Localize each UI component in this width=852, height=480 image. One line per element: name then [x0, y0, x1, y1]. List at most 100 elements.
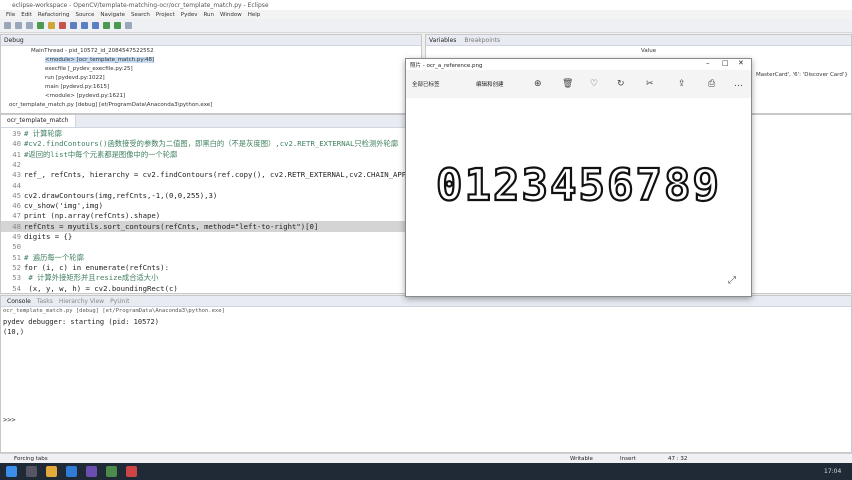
- share-icon[interactable]: ⇪: [678, 79, 686, 89]
- code-line[interactable]: 54 (x, y, w, h) = cv2.boundingRect(c): [1, 283, 421, 294]
- expand-icon[interactable]: ⤢: [728, 275, 736, 286]
- console-output-line: (10,): [3, 328, 25, 336]
- tab-tasks[interactable]: Tasks: [37, 298, 53, 305]
- code-text: refCnts = myutils.sort_contours(refCnts,…: [24, 221, 319, 231]
- code-text: for (i, c) in enumerate(refCnts):: [24, 262, 169, 272]
- stack-frame[interactable]: main [pydevd.py:1615]: [45, 84, 109, 90]
- console-prompt[interactable]: >>>: [3, 416, 16, 424]
- code-text: #返回的list中每个元素都是图像中的一个轮廓: [24, 149, 178, 159]
- console-process: ocr_template_match.py [debug] [et/Progra…: [3, 308, 225, 314]
- code-text: #cv2.findContours()函数接受的参数为二值图，即黑白的（不是灰度…: [24, 139, 399, 149]
- viewer-toolbar: 全部已标签 编辑和创建 ⊕ 🗑 ♡ ↻ ✂ ⇪ ⎙ …: [406, 70, 751, 98]
- more-icon[interactable]: …: [734, 79, 743, 89]
- delete-icon[interactable]: 🗑: [562, 79, 573, 89]
- rotate-icon[interactable]: ↻: [617, 79, 625, 89]
- print-icon[interactable]: ⎙: [708, 79, 715, 89]
- menu-navigate[interactable]: Navigate: [100, 12, 125, 18]
- step-over-icon[interactable]: [81, 22, 88, 29]
- menu-project[interactable]: Project: [156, 12, 175, 18]
- terminate-icon[interactable]: [59, 22, 66, 29]
- step-into-icon[interactable]: [70, 22, 77, 29]
- start-icon[interactable]: [6, 466, 17, 477]
- tab-console[interactable]: Console: [7, 298, 31, 305]
- search-icon[interactable]: [26, 466, 37, 477]
- window-title-bar: eclipse-workspace - OpenCV/template-matc…: [0, 0, 852, 10]
- stack-frame-selected[interactable]: <module> [ocr_template_match.py:48]: [45, 57, 155, 63]
- status-position: 47 : 32: [668, 456, 688, 462]
- code-text: (x, y, w, h) = cv2.boundingRect(c): [24, 283, 178, 293]
- line-number: 54: [12, 283, 21, 293]
- code-editor[interactable]: ocr_template_match 39 # 计算轮廓 40 #cv2.findCo…: [0, 114, 422, 294]
- collection-button[interactable]: 全部已标签: [412, 80, 440, 88]
- app-icon[interactable]: [106, 466, 117, 477]
- debug-tab[interactable]: Debug: [1, 35, 421, 46]
- maximize-icon[interactable]: □: [722, 59, 729, 67]
- menu-help[interactable]: Help: [248, 12, 261, 18]
- debug-tab-label: Debug: [4, 36, 24, 44]
- clock: 17:04: [824, 468, 842, 475]
- console-output-line: pydev debugger: starting (pid: 10572): [3, 318, 159, 326]
- menu-edit[interactable]: Edit: [21, 12, 32, 18]
- code-text: # 遍历每一个轮廓: [24, 252, 84, 262]
- status-left: Forcing tabs: [14, 456, 48, 462]
- minimize-icon[interactable]: –: [706, 59, 710, 67]
- menu-pydev[interactable]: Pydev: [181, 12, 198, 18]
- eclipse-icon[interactable]: [86, 466, 97, 477]
- edit-create-button[interactable]: 编辑和创建: [476, 80, 504, 88]
- stack-frame[interactable]: execfile [_pydev_execfile.py:25]: [45, 66, 133, 72]
- code-text: digits = {}: [24, 232, 73, 241]
- code-text: # 计算外接矩形并且resize成合适大小: [24, 273, 159, 283]
- code-text: # 计算轮廓: [24, 129, 62, 138]
- save-icon[interactable]: [15, 22, 22, 29]
- folder-icon[interactable]: [46, 466, 57, 477]
- console-tabs: Console Tasks Hierarchy View PyUnit: [1, 296, 851, 307]
- stack-frame[interactable]: run [pydevd.py:1022]: [45, 75, 105, 81]
- tab-variables[interactable]: Variables: [429, 37, 456, 44]
- status-writable: Writable: [570, 456, 593, 462]
- search-icon[interactable]: [125, 22, 132, 29]
- stack-frame[interactable]: <module> [pydevd.py:1621]: [45, 93, 125, 99]
- close-icon[interactable]: ✕: [738, 59, 744, 67]
- resume-icon[interactable]: [37, 22, 44, 29]
- crop-icon[interactable]: ✂: [646, 79, 654, 89]
- suspend-icon[interactable]: [48, 22, 55, 29]
- zoom-icon[interactable]: ⊕: [534, 79, 542, 89]
- menu-refactoring[interactable]: Refactoring: [38, 12, 70, 18]
- tab-pyunit[interactable]: PyUnit: [110, 298, 129, 305]
- editor-tab[interactable]: ocr_template_match: [1, 115, 76, 127]
- outline-view: [740, 114, 852, 294]
- new-icon[interactable]: [4, 22, 11, 29]
- favorite-icon[interactable]: ♡: [590, 79, 598, 89]
- console-view: Console Tasks Hierarchy View PyUnit ocr_…: [0, 295, 852, 453]
- taskbar: 17:04: [0, 463, 852, 480]
- viewer-title-bar: 照片 - ocr_a_reference.png – □ ✕: [406, 59, 751, 70]
- menu-run[interactable]: Run: [203, 12, 214, 18]
- editor-tab-bar: ocr_template_match: [1, 115, 421, 128]
- step-return-icon[interactable]: [92, 22, 99, 29]
- code-text: print (np.array(refCnts).shape): [24, 211, 161, 221]
- code-text: ref_, refCnts, hierarchy = cv2.findConto…: [24, 170, 422, 180]
- menu-source[interactable]: Source: [75, 12, 94, 18]
- code-text: cv_show('img',img): [24, 201, 104, 211]
- photo-viewer-window: 照片 - ocr_a_reference.png – □ ✕ 全部已标签 编辑和…: [405, 58, 752, 297]
- debug-process-item[interactable]: ocr_template_match.py [debug] [et/Progra…: [9, 102, 212, 108]
- main-toolbar: [0, 19, 852, 33]
- status-insert: Insert: [620, 456, 636, 462]
- print-icon[interactable]: [26, 22, 33, 29]
- thread-item[interactable]: MainThread - pid_10572_id_2084547522552: [31, 48, 154, 54]
- app-icon[interactable]: [126, 466, 137, 477]
- reference-digits-image: 0123456789: [435, 160, 721, 211]
- tab-hierarchy-view[interactable]: Hierarchy View: [59, 298, 104, 305]
- debug-run-icon[interactable]: [103, 22, 110, 29]
- browser-icon[interactable]: [66, 466, 77, 477]
- window-title: eclipse-workspace - OpenCV/template-matc…: [12, 1, 269, 9]
- debug-view: Debug MainThread - pid_10572_id_20845475…: [0, 34, 422, 114]
- menu-file[interactable]: File: [6, 12, 15, 18]
- run-icon[interactable]: [114, 22, 121, 29]
- variable-value: MasterCard', '6': 'Discover Card'}: [756, 72, 848, 78]
- viewer-title: 照片 - ocr_a_reference.png: [410, 63, 483, 69]
- tab-breakpoints[interactable]: Breakpoints: [464, 37, 500, 44]
- menu-window[interactable]: Window: [220, 12, 242, 18]
- menu-search[interactable]: Search: [131, 12, 150, 18]
- code-text: cv2.drawContours(img,refCnts,-1,(0,0,255…: [24, 190, 218, 200]
